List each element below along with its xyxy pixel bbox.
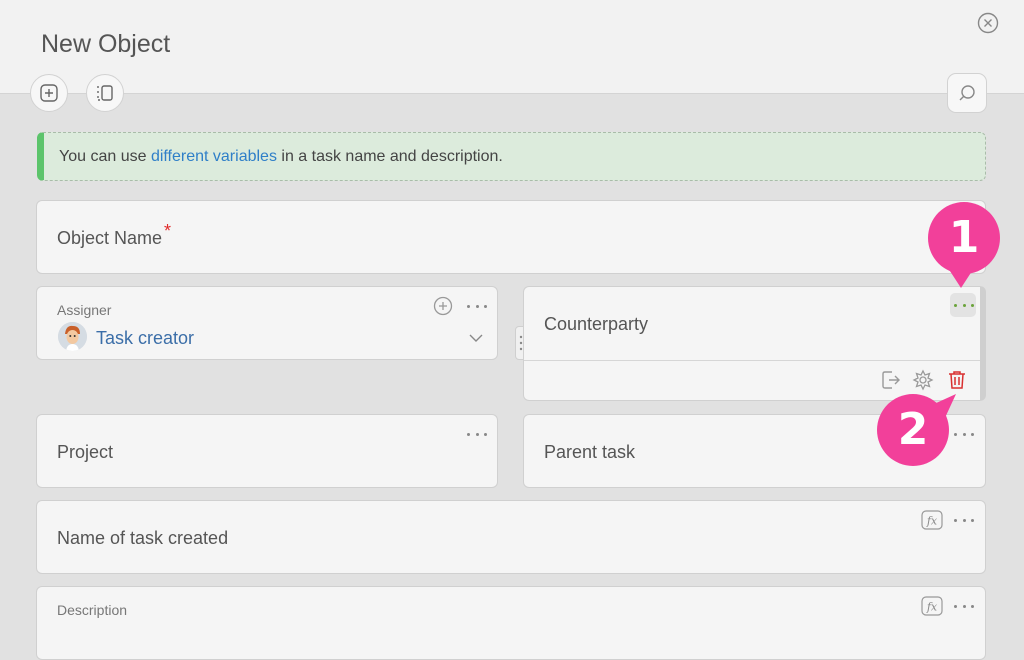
move-out-icon[interactable] — [880, 369, 902, 391]
variables-info-banner: You can use different variables in a tas… — [37, 132, 986, 181]
counterparty-more-button[interactable] — [950, 293, 976, 317]
counterparty-label: Counterparty — [544, 314, 649, 334]
required-mark: * — [164, 221, 172, 241]
name-of-task-created-field[interactable]: Name of task created fx — [36, 500, 986, 574]
description-field[interactable]: Description fx — [36, 586, 986, 660]
banner-text-after: in a task name and description. — [276, 148, 503, 165]
fx-icon[interactable]: fx — [921, 596, 943, 616]
more-icon[interactable] — [954, 515, 974, 525]
banner-text-before: You can use — [59, 148, 151, 165]
avatar — [58, 322, 87, 351]
assigner-value[interactable]: Task creator — [96, 328, 194, 349]
object-name-label: Object Name — [57, 228, 163, 248]
svg-text:fx: fx — [926, 515, 938, 528]
fx-icon[interactable]: fx — [921, 510, 943, 530]
project-label: Project — [57, 442, 114, 462]
callout-badge-2: 2 — [877, 394, 949, 466]
settings-icon[interactable] — [912, 369, 934, 391]
add-square-icon — [40, 84, 58, 102]
parent-task-label: Parent task — [544, 442, 636, 462]
callout-badge-1: 1 — [928, 202, 1000, 274]
add-circle-icon[interactable] — [433, 296, 453, 316]
assigner-more-icon[interactable] — [467, 301, 487, 311]
trash-icon[interactable] — [946, 369, 968, 391]
dialog-title: New Object — [41, 30, 171, 58]
more-icon[interactable] — [467, 429, 487, 439]
close-icon[interactable] — [977, 12, 999, 34]
project-field[interactable]: Project — [36, 414, 498, 488]
name-of-task-created-label: Name of task created — [57, 528, 229, 548]
assigner-label: Assigner — [57, 302, 112, 318]
layout-panel-icon — [97, 85, 113, 101]
search-icon — [959, 85, 975, 101]
variables-link[interactable]: different variables — [151, 148, 277, 165]
svg-text:fx: fx — [926, 601, 938, 614]
counterparty-field[interactable]: Counterparty — [523, 286, 986, 401]
dialog-header: New Object — [0, 0, 1024, 94]
description-label: Description — [57, 602, 128, 618]
more-icon — [954, 300, 974, 310]
layout-button[interactable] — [86, 74, 124, 112]
chevron-down-icon[interactable] — [469, 333, 483, 343]
divider — [524, 360, 980, 361]
object-name-field[interactable]: Object Name * — [36, 200, 986, 274]
more-icon[interactable] — [954, 601, 974, 611]
more-icon[interactable] — [954, 429, 974, 439]
search-button[interactable] — [947, 73, 987, 113]
add-field-button[interactable] — [30, 74, 68, 112]
